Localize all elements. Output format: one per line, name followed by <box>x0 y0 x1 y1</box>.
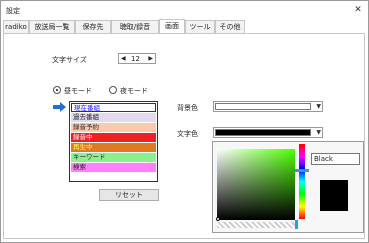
alpha-slider[interactable] <box>217 222 297 228</box>
color-name-field[interactable]: Black <box>311 153 360 165</box>
day-mode-radio[interactable] <box>53 86 61 94</box>
tab-radiko[interactable]: radiko <box>3 20 29 33</box>
hue-handle[interactable] <box>295 169 309 172</box>
list-item-reserved[interactable]: 録音予約 <box>71 123 156 132</box>
increment-icon[interactable]: ▶ <box>148 54 153 64</box>
sv-handle[interactable] <box>216 217 220 221</box>
night-mode-label: 夜モード <box>120 87 148 95</box>
settings-window: 設定 ✕ radiko 放送局一覧 保存先 聴取/録音 画面 ツール その他 文… <box>0 0 369 243</box>
list-item-past[interactable]: 過去番組 <box>71 113 156 122</box>
title-bar: 設定 ✕ <box>1 1 368 19</box>
tab-save-location[interactable]: 保存先 <box>75 20 111 33</box>
text-color-label: 文字色 <box>177 130 198 138</box>
tab-display[interactable]: 画面 <box>159 19 185 34</box>
tab-tools[interactable]: ツール <box>185 20 215 33</box>
window-title: 設定 <box>6 7 20 15</box>
night-mode-radio[interactable] <box>109 86 117 94</box>
alpha-handle[interactable] <box>295 220 298 229</box>
hue-slider[interactable] <box>299 144 305 219</box>
reset-button[interactable]: リセット <box>99 189 159 201</box>
font-size-stepper[interactable]: ◀ 12 ▶ <box>118 53 156 64</box>
saturation-value-area[interactable] <box>217 149 295 220</box>
decrement-icon[interactable]: ◀ <box>121 54 126 64</box>
chevron-down-icon[interactable]: ▼ <box>316 128 321 138</box>
font-size-value: 12 <box>131 55 140 63</box>
list-item-playing[interactable]: 再生中 <box>71 143 156 152</box>
background-color-label: 背景色 <box>177 104 198 112</box>
color-picker-popup: Black <box>212 141 364 233</box>
color-item-list[interactable]: 現在番組 過去番組 録音予約 録音中 再生中 キーワード 検索 <box>69 101 158 182</box>
text-color-swatch <box>215 129 311 136</box>
close-icon[interactable]: ✕ <box>351 4 365 16</box>
text-color-dropdown[interactable]: ▼ <box>213 127 323 138</box>
tab-station-list[interactable]: 放送局一覧 <box>29 20 75 33</box>
list-item-recording[interactable]: 録音中 <box>71 133 156 142</box>
color-preview <box>320 180 348 211</box>
list-item-keyword[interactable]: キーワード <box>71 153 156 162</box>
tab-listen-record[interactable]: 聴取/録音 <box>111 20 159 33</box>
day-mode-label: 昼モード <box>64 87 92 95</box>
chevron-down-icon[interactable]: ▼ <box>316 102 321 112</box>
font-size-label: 文字サイズ <box>52 56 87 64</box>
list-item-current[interactable]: 現在番組 <box>71 103 156 112</box>
background-color-swatch <box>215 103 311 110</box>
list-item-search[interactable]: 検索 <box>71 163 156 172</box>
selected-arrow-icon <box>53 102 66 112</box>
background-color-dropdown[interactable]: ▼ <box>213 101 323 112</box>
tab-other[interactable]: その他 <box>215 20 245 33</box>
